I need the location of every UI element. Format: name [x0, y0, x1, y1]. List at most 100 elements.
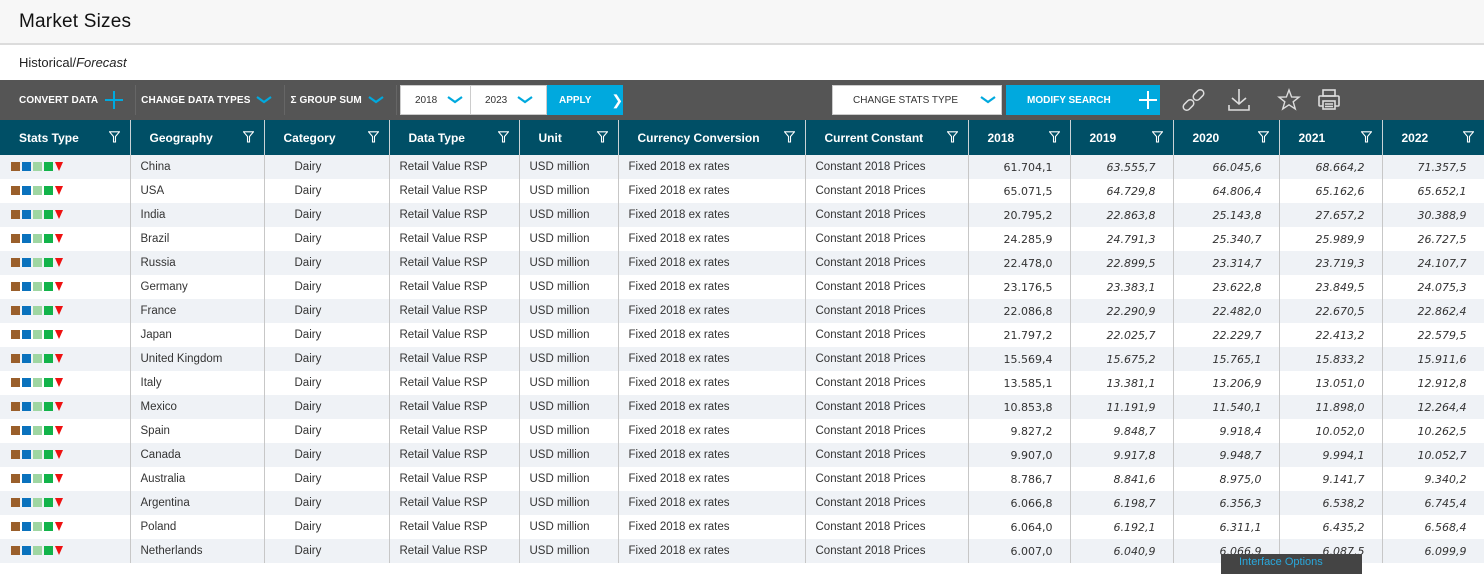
value-cell-2018: 20.795,2 — [968, 203, 1071, 227]
table-row[interactable]: USA Dairy Retail Value RSP USD million Fixed… — [0, 179, 1484, 203]
value-cell-2019: 22.025,7 — [1070, 323, 1174, 347]
filter-icon[interactable] — [782, 131, 796, 143]
table-row[interactable]: Germany Dairy Retail Value RSP USD million F… — [0, 275, 1484, 299]
category-cell: Dairy — [264, 275, 390, 299]
filter-icon[interactable] — [1359, 131, 1373, 143]
table-row[interactable]: India Dairy Retail Value RSP USD million Fix… — [0, 203, 1484, 227]
stats-type-cell — [0, 227, 131, 251]
value-cell-2022: 12.264,4 — [1382, 395, 1484, 419]
column-header-label: Category — [283, 130, 336, 145]
value-cell-2021: 10.052,0 — [1279, 419, 1383, 443]
filter-icon[interactable] — [595, 131, 609, 143]
value-cell-2022: 10.262,5 — [1382, 419, 1484, 443]
value-cell-2021: 15.833,2 — [1279, 347, 1383, 371]
column-header-currency-conversion[interactable]: Currency Conversion — [618, 120, 806, 155]
apply-button[interactable]: APPLY ❯ — [547, 85, 623, 115]
constant-cell: Constant 2018 Prices — [805, 251, 969, 275]
column-header-year-2022[interactable]: 2022 — [1382, 120, 1484, 155]
unit-cell: USD million — [519, 371, 619, 395]
table-row[interactable]: Japan Dairy Retail Value RSP USD million Fix… — [0, 323, 1484, 347]
table-row[interactable]: United Kingdom Dairy Retail Value RSP USD m… — [0, 347, 1484, 371]
column-header-stats-type[interactable]: Stats Type — [0, 120, 131, 155]
table-row[interactable]: Australia Dairy Retail Value RSP USD millio… — [0, 467, 1484, 491]
print-icon[interactable] — [1317, 88, 1341, 112]
unit-cell: USD million — [519, 179, 619, 203]
value-cell-2018: 9.827,2 — [968, 419, 1071, 443]
value-cell-2019: 13.381,1 — [1070, 371, 1174, 395]
stat-lightgreen-square-icon — [33, 402, 42, 412]
column-header-year-2021[interactable]: 2021 — [1279, 120, 1383, 155]
table-row[interactable]: Spain Dairy Retail Value RSP USD million Fix… — [0, 419, 1484, 443]
stats-type-cell — [0, 179, 131, 203]
constant-cell: Constant 2018 Prices — [805, 155, 969, 179]
table-row[interactable]: Italy Dairy Retail Value RSP USD million Fix… — [0, 371, 1484, 395]
change-data-types-button[interactable]: CHANGE DATA TYPES — [136, 80, 284, 120]
filter-icon[interactable] — [1150, 131, 1164, 143]
table-row[interactable]: Russia Dairy Retail Value RSP USD million Fi… — [0, 251, 1484, 275]
link-icon[interactable] — [1182, 88, 1206, 112]
stat-lightgreen-square-icon — [33, 282, 42, 292]
constant-cell: Constant 2018 Prices — [805, 299, 969, 323]
value-cell-2018: 24.285,9 — [968, 227, 1071, 251]
modify-search-button[interactable]: MODIFY SEARCH — [1006, 85, 1160, 115]
stat-blue-square-icon — [22, 282, 31, 292]
stats-type-cell — [0, 371, 131, 395]
value-cell-2021: 68.664,2 — [1279, 155, 1383, 179]
table-row[interactable]: China Dairy Retail Value RSP USD million Fix… — [0, 155, 1484, 179]
change-stats-type-select[interactable]: CHANGE STATS TYPE — [832, 85, 1002, 115]
table-row[interactable]: Canada Dairy Retail Value RSP USD million Fi… — [0, 443, 1484, 467]
constant-cell: Constant 2018 Prices — [805, 539, 969, 563]
year-from-select[interactable]: 2018 — [400, 85, 471, 115]
table-row[interactable]: Poland Dairy Retail Value RSP USD million Fi… — [0, 515, 1484, 539]
interface-options-button[interactable]: Interface Options — [1221, 554, 1362, 574]
currency-cell: Fixed 2018 ex rates — [618, 251, 806, 275]
stat-red-triangle-icon — [55, 474, 63, 484]
table-row[interactable]: Argentina Dairy Retail Value RSP USD millio… — [0, 491, 1484, 515]
currency-cell: Fixed 2018 ex rates — [618, 155, 806, 179]
column-header-data-type[interactable]: Data Type — [389, 120, 520, 155]
column-header-year-2020[interactable]: 2020 — [1173, 120, 1280, 155]
stat-blue-square-icon — [22, 450, 31, 460]
year-to-value: 2023 — [485, 94, 508, 106]
table-row[interactable]: Mexico Dairy Retail Value RSP USD million Fi… — [0, 395, 1484, 419]
download-icon[interactable] — [1227, 88, 1251, 112]
value-cell-2021: 6.435,2 — [1279, 515, 1383, 539]
filter-icon[interactable] — [1047, 131, 1061, 143]
column-header-label: 2022 — [1401, 130, 1429, 145]
value-cell-2020: 6.356,3 — [1173, 491, 1280, 515]
subheader: Historical/Forecast — [0, 45, 1484, 80]
data-type-cell: Retail Value RSP — [389, 515, 520, 539]
column-header-current-constant[interactable]: Current Constant — [805, 120, 969, 155]
constant-cell: Constant 2018 Prices — [805, 395, 969, 419]
stat-green-square-icon — [44, 258, 53, 268]
convert-data-button[interactable]: CONVERT DATA — [0, 80, 135, 120]
column-header-label: 2018 — [987, 130, 1015, 145]
filter-icon[interactable] — [1256, 131, 1270, 143]
currency-cell: Fixed 2018 ex rates — [618, 203, 806, 227]
column-header-year-2018[interactable]: 2018 — [968, 120, 1071, 155]
column-header-unit[interactable]: Unit — [519, 120, 619, 155]
filter-icon[interactable] — [496, 131, 510, 143]
value-cell-2020: 13.206,9 — [1173, 371, 1280, 395]
constant-cell: Constant 2018 Prices — [805, 419, 969, 443]
filter-icon[interactable] — [945, 131, 959, 143]
currency-cell: Fixed 2018 ex rates — [618, 371, 806, 395]
group-sum-label: Σ GROUP SUM — [290, 94, 362, 106]
value-cell-2019: 15.675,2 — [1070, 347, 1174, 371]
group-sum-button[interactable]: Σ GROUP SUM — [285, 80, 395, 120]
table-row[interactable]: Brazil Dairy Retail Value RSP USD million Fi… — [0, 227, 1484, 251]
chevron-down-icon — [447, 96, 463, 104]
table-row[interactable]: France Dairy Retail Value RSP USD million Fi… — [0, 299, 1484, 323]
column-header-geography[interactable]: Geography — [130, 120, 265, 155]
filter-icon[interactable] — [107, 131, 121, 143]
column-header-category[interactable]: Category — [264, 120, 390, 155]
filter-icon[interactable] — [366, 131, 380, 143]
column-header-year-2019[interactable]: 2019 — [1070, 120, 1174, 155]
filter-icon[interactable] — [241, 131, 255, 143]
filter-icon[interactable] — [1461, 131, 1475, 143]
value-cell-2022: 24.075,3 — [1382, 275, 1484, 299]
star-icon[interactable] — [1277, 88, 1301, 112]
value-cell-2022: 22.862,4 — [1382, 299, 1484, 323]
geography-cell: USA — [130, 179, 265, 203]
year-to-select[interactable]: 2023 — [470, 85, 547, 115]
